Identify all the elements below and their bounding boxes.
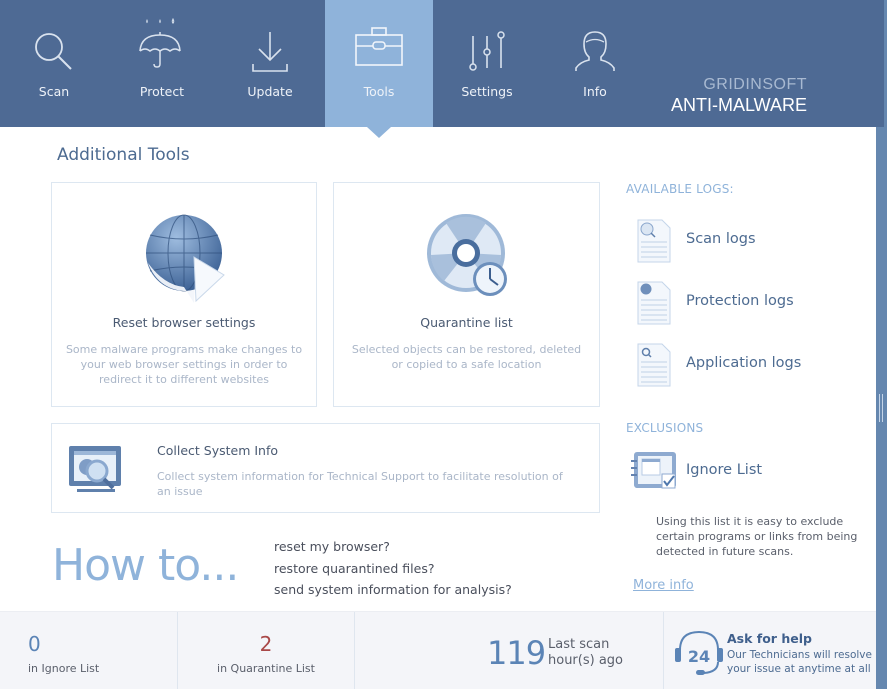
- toolbox-icon: [355, 27, 403, 66]
- reset-browser-description: Some malware programs make changes to yo…: [65, 343, 303, 386]
- scrollbar-grip[interactable]: [879, 394, 883, 422]
- quarantine-card[interactable]: Quarantine list Selected objects can be …: [333, 182, 600, 407]
- quarantine-caption: in Quarantine List: [217, 662, 315, 675]
- application-log-icon: [637, 343, 671, 387]
- ignore-list-icon: [631, 452, 676, 489]
- monitor-magnifier-icon: [69, 446, 121, 492]
- nav-settings-label: Settings: [461, 84, 513, 99]
- brand-logo: GRIDINSOFT ANTI-MALWARE: [671, 76, 807, 116]
- howto-restore-quarantined-link[interactable]: restore quarantined files?: [274, 558, 512, 580]
- ignore-list-caption: in Ignore List: [28, 662, 100, 675]
- protection-logs-item[interactable]: Protection logs: [636, 280, 856, 330]
- divider: [354, 612, 355, 689]
- nav-update[interactable]: Update: [216, 0, 324, 127]
- last-scan-unit: hour(s) ago: [548, 653, 623, 668]
- nav-info-label: Info: [583, 84, 607, 99]
- howto-heading: How to...: [52, 540, 239, 591]
- ignore-list-stat[interactable]: 0 in Ignore List: [0, 612, 177, 689]
- download-icon: [252, 32, 288, 72]
- exclusions-heading: EXCLUSIONS: [626, 421, 704, 435]
- howto-send-system-info-link[interactable]: send system information for analysis?: [274, 579, 512, 601]
- last-scan-hours: 119: [487, 634, 546, 672]
- application-logs-label: Application logs: [686, 355, 802, 371]
- quarantine-clock-icon: [427, 214, 507, 296]
- quarantine-description: Selected objects can be restored, delete…: [351, 343, 582, 371]
- headset-24-icon: 24: [675, 630, 723, 675]
- scan-log-icon: [637, 219, 671, 263]
- nav-tools-label: Tools: [363, 84, 395, 99]
- reset-browser-title: Reset browser settings: [112, 315, 256, 330]
- ignore-list-label: Ignore List: [686, 462, 763, 478]
- sliders-icon: [469, 31, 505, 71]
- collect-system-info-card[interactable]: Collect System Info Collect system infor…: [51, 423, 600, 513]
- page-title: Additional Tools: [57, 145, 190, 165]
- ask-for-help-title: Ask for help: [727, 631, 812, 646]
- umbrella-icon: [139, 17, 181, 68]
- help-24-badge: 24: [688, 647, 710, 666]
- ask-for-help-button[interactable]: 24 Ask for help Our Technicians will res…: [664, 612, 876, 689]
- nav-info[interactable]: Info: [541, 0, 649, 127]
- ignore-list-item[interactable]: Ignore List: [630, 450, 850, 500]
- nav-scan-label: Scan: [38, 84, 70, 99]
- more-info-link[interactable]: More info: [633, 578, 694, 593]
- user-icon: [575, 31, 615, 71]
- howto-links: reset my browser? restore quarantined fi…: [274, 536, 512, 601]
- howto-reset-browser-link[interactable]: reset my browser?: [274, 536, 512, 558]
- scan-logs-item[interactable]: Scan logs: [636, 218, 856, 268]
- nav-settings[interactable]: Settings: [433, 0, 541, 127]
- protection-logs-label: Protection logs: [686, 293, 794, 309]
- ignore-list-count: 0: [28, 632, 41, 656]
- ask-for-help-description: Our Technicians will resolve your issue …: [727, 649, 872, 675]
- quarantine-count: 2: [259, 632, 273, 656]
- nav-scan[interactable]: Scan: [0, 0, 108, 127]
- nav-update-label: Update: [247, 84, 293, 99]
- collect-info-description: Collect system information for Technical…: [157, 470, 563, 498]
- top-navigation-bar: Scan Protect Update Tools Settings Info …: [0, 0, 887, 138]
- scan-logs-label: Scan logs: [686, 231, 756, 247]
- nav-tools[interactable]: Tools: [325, 0, 433, 138]
- nav-protect-label: Protect: [139, 84, 185, 99]
- quarantine-stat[interactable]: 2 in Quarantine List: [178, 612, 354, 689]
- brand-product: ANTI-MALWARE: [670, 95, 807, 115]
- reset-browser-card[interactable]: Reset browser settings Some malware prog…: [51, 182, 317, 407]
- search-icon: [35, 33, 72, 70]
- vertical-scrollbar[interactable]: [876, 127, 887, 689]
- ignore-list-description: Using this list it is easy to exclude ce…: [656, 515, 858, 558]
- last-scan-label: Last scan: [548, 637, 610, 652]
- brand-company: GRIDINSOFT: [703, 76, 807, 93]
- globe-arrow-icon: [146, 214, 225, 303]
- protection-log-icon: [637, 281, 671, 325]
- application-logs-item[interactable]: Application logs: [636, 342, 856, 392]
- collect-info-title: Collect System Info: [157, 443, 279, 458]
- nav-protect[interactable]: Protect: [108, 0, 216, 127]
- available-logs-heading: AVAILABLE LOGS:: [626, 182, 734, 196]
- status-bar: 0 in Ignore List 2 in Quarantine List 11…: [0, 611, 876, 689]
- quarantine-title: Quarantine list: [420, 315, 513, 330]
